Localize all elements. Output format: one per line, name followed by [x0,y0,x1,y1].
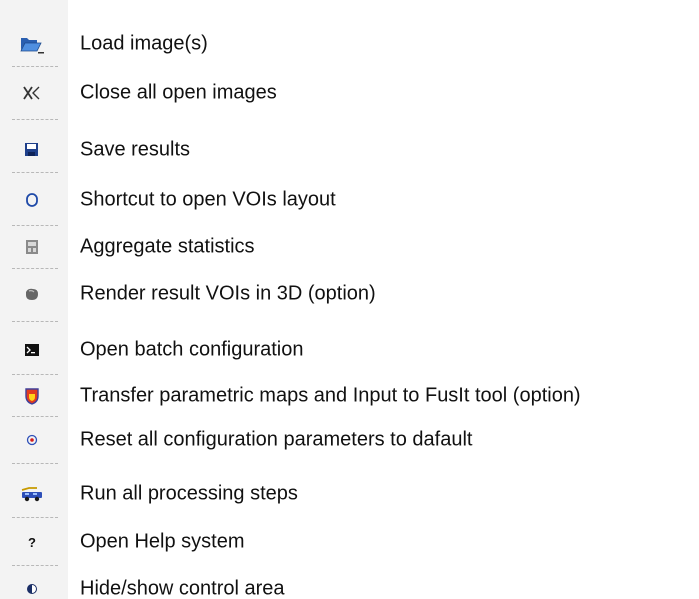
menu-item-label: Open batch configuration [80,338,304,361]
terminal-icon [19,339,45,361]
menu-item-transfer-fusit[interactable]: Transfer parametric maps and Input to Fu… [0,376,699,416]
menu-item-render-3d[interactable]: Render result VOIs in 3D (option) [0,274,699,314]
run-vehicle-icon [19,483,45,505]
menu-item-label: Shortcut to open VOIs layout [80,188,336,211]
toggle-control-area-icon [19,578,45,599]
separator [12,172,58,173]
menu-item-save-results[interactable]: Save results [0,130,699,170]
separator [12,225,58,226]
3d-render-icon [19,283,45,305]
menu-item-label: Open Help system [80,530,245,553]
separator [12,416,58,417]
floppy-disk-icon [19,139,45,161]
separator [12,268,58,269]
menu-item-close-all[interactable]: Close all open images [0,73,699,113]
menu-item-label: Render result VOIs in 3D (option) [80,282,376,305]
menu-item-label: Reset all configuration parameters to da… [80,428,473,451]
menu-item-label: Hide/show control area [80,577,285,599]
separator [12,374,58,375]
separator [12,565,58,566]
svg-text:?: ? [28,535,36,550]
menu-item-label: Transfer parametric maps and Input to Fu… [80,384,581,407]
menu-item-label: Aggregate statistics [80,235,255,258]
menu-item-batch-configuration[interactable]: Open batch configuration [0,330,699,370]
folder-open-icon [19,33,45,55]
aggregate-stats-icon [19,236,45,258]
toolbar-legend: Load image(s) Close all open images Save… [0,0,699,599]
fusit-transfer-icon [19,385,45,407]
menu-item-toggle-control-area[interactable]: Hide/show control area [0,569,699,599]
menu-item-aggregate-statistics[interactable]: Aggregate statistics [0,227,699,267]
menu-item-help-system[interactable]: ? Open Help system [0,522,699,562]
separator [12,66,58,67]
help-icon: ? [19,531,45,553]
menu-item-label: Save results [80,138,191,161]
menu-item-label: Load image(s) [80,32,208,55]
menu-item-vois-layout[interactable]: Shortcut to open VOIs layout [0,180,699,220]
separator [12,119,58,120]
menu-item-run-all-steps[interactable]: Run all processing steps [0,474,699,514]
menu-item-label: Close all open images [80,81,277,104]
separator [12,517,58,518]
voi-outline-icon [19,189,45,211]
menu-item-reset-parameters[interactable]: Reset all configuration parameters to da… [0,420,699,460]
separator [12,463,58,464]
reset-target-icon [19,429,45,451]
menu-item-label: Run all processing steps [80,482,298,505]
close-all-icon [19,82,45,104]
menu-item-load-images[interactable]: Load image(s) [0,24,699,64]
separator [12,321,58,322]
